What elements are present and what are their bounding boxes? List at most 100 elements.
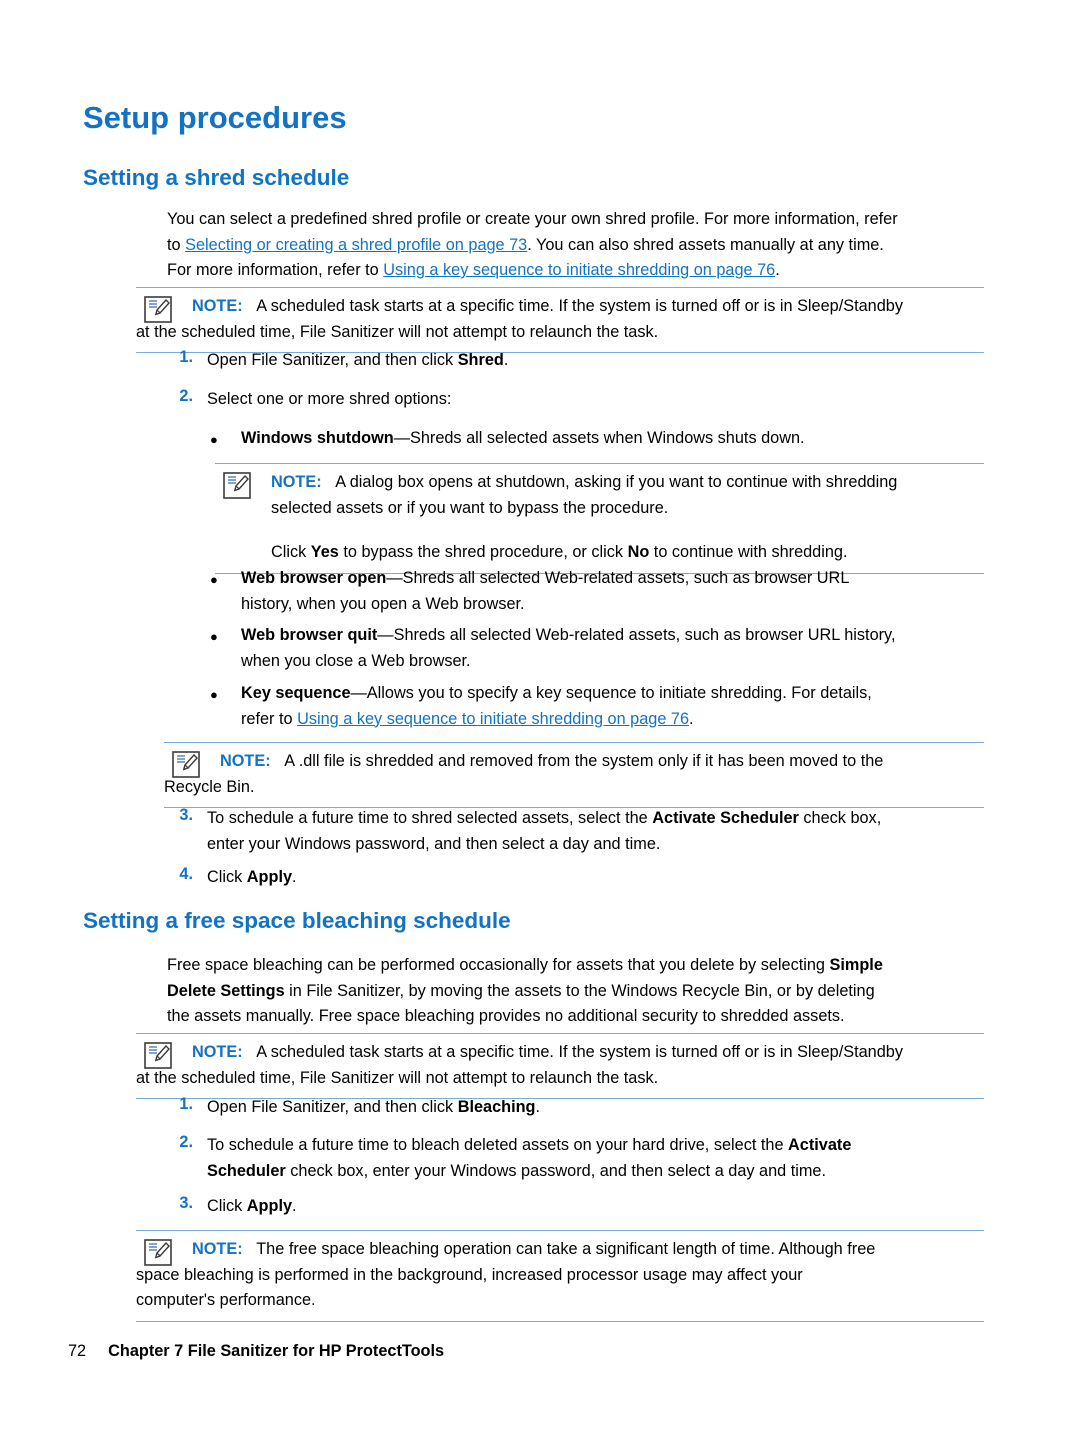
bullet-1-bold: Windows shutdown [241,429,394,447]
document-page: Setup procedures Setting a shred schedul… [0,0,1080,1437]
note-label: NOTE: [192,297,243,315]
s2-step-number-1: 1. [179,1095,193,1113]
bullet-4-text2-pre: refer to [241,709,298,728]
s2-step-2-line2-post: check box, enter your Windows password, … [285,1161,827,1180]
step-text-2: Select one or more shred options: [207,387,997,413]
bullet-4-bold: Key sequence [241,684,351,702]
s2-step-2-bold: Activate [788,1136,852,1154]
intro-line-3-pre: For more information, refer to [167,261,384,279]
s2-note1-line-1: A scheduled task starts at a specific ti… [256,1043,903,1061]
bullet-text-web-browser-quit: Web browser quit—Shreds all selected Web… [241,623,997,674]
bullet-text-key-sequence: Key sequence—Allows you to specify a key… [241,681,997,732]
step-text-4: Click Apply. [207,865,997,891]
step-text-1: Open File Sanitizer, and then click Shre… [207,348,997,374]
footer-chapter: Chapter 7 File Sanitizer for HP ProtectT… [108,1342,445,1360]
intro-line-3-post: . [775,261,780,279]
s2-step-text-1: Open File Sanitizer, and then click Blea… [207,1095,997,1121]
link-key-sequence-shredding-2[interactable]: Using a key sequence to initiate shreddi… [297,710,689,728]
footer-page-number: 72 [68,1342,87,1360]
note-icon [144,1042,174,1070]
s2-step-2-pre: To schedule a future time to bleach dele… [207,1136,789,1154]
s2-step-2-line2-bold: Scheduler [207,1161,286,1180]
page-title: Setup procedures [83,100,347,135]
bullet-1-text: —Shreds all selected assets when Windows… [393,429,805,447]
bullet-3-bold: Web browser quit [241,626,378,644]
bullet-marker-1: ● [210,432,218,447]
s2-step-1-post: . [535,1098,541,1116]
bullet-2-text2: history, when you open a Web browser. [241,594,525,613]
note-box-dll-file: NOTE: A .dll file is shredded and remove… [164,742,984,808]
bullet-3-text: —Shreds all selected Web-related assets,… [377,626,896,644]
section-heading-shred-schedule: Setting a shred schedule [83,165,350,190]
note-label: NOTE: [192,1240,243,1258]
s2-note2-line-1: The free space bleaching operation can t… [256,1240,876,1258]
note-box-scheduled-task-2: NOTE: A scheduled task starts at a speci… [136,1033,984,1099]
link-key-sequence-shredding-1[interactable]: Using a key sequence to initiate shreddi… [383,261,775,279]
s2-step-3-bold: Apply [246,1197,293,1215]
s2-step-1-bold: Bleaching [457,1098,536,1116]
section2-intro: Free space bleaching can be performed oc… [167,953,997,1030]
step-number-1: 1. [179,348,193,366]
s2-step-number-3: 3. [179,1194,193,1212]
link-selecting-creating-shred-profile[interactable]: Selecting or creating a shred profile on… [185,236,527,254]
step-text-1-pre: Open File Sanitizer, and then click [207,351,458,369]
note2-bold-no: No [627,543,650,561]
s2-step-number-2: 2. [179,1133,193,1151]
bullet-marker-4: ● [210,687,218,702]
bullet-marker-2: ● [210,572,218,587]
s2-step-3-pre: Click [207,1197,247,1215]
s2-step-text-3: Click Apply. [207,1194,997,1220]
note2-text-line-1: A dialog box opens at shutdown, asking i… [335,473,898,491]
note2-text-line-2: selected assets or if you want to bypass… [271,498,669,517]
bullet-text-windows-shutdown: Windows shutdown—Shreds all selected ass… [241,426,997,452]
note2-text-line-3-post: to continue with shredding. [649,543,848,561]
section1-intro: You can select a predefined shred profil… [167,207,997,284]
note2-text-line-3-mid: to bypass the shred procedure, or click [338,543,628,561]
note2-text-line-3-pre: Click [271,543,311,561]
step-number-3: 3. [179,806,193,824]
s2-step-text-2: To schedule a future time to bleach dele… [207,1133,997,1184]
s2-note2-line-2: space bleaching is performed in the back… [136,1265,803,1284]
bullet-text-web-browser-open: Web browser open—Shreds all selected Web… [241,566,997,617]
step-text-1-post: . [503,351,509,369]
step-4-pre: Click [207,868,247,886]
s2-intro-3: the assets manually. Free space bleachin… [167,1007,845,1025]
step-number-4: 4. [179,865,193,883]
step-3-pre: To schedule a future time to shred selec… [207,809,653,827]
note-icon [144,296,174,324]
s2-intro-1-bold: Simple [829,956,883,974]
step-text-3: To schedule a future time to shred selec… [207,806,997,857]
note-icon [223,472,253,500]
section-heading-bleaching-schedule: Setting a free space bleaching schedule [83,908,511,933]
s2-step-3-post: . [292,1197,297,1215]
s2-intro-1-pre: Free space bleaching can be performed oc… [167,956,830,974]
intro-line-2-post: . You can also shred assets manually at … [527,235,884,254]
step-text-2-pre: Select one or more shred options: [207,390,452,408]
bullet-4-text2-post: . [689,709,694,728]
step-text-1-bold: Shred [457,351,504,369]
intro-line-2-pre: to [167,235,186,254]
note-text-line-2: at the scheduled time, File Sanitizer wi… [136,322,659,341]
intro-line-1: You can select a predefined shred profil… [167,210,898,228]
note-box-dialog-shutdown: NOTE: A dialog box opens at shutdown, as… [215,463,984,574]
step-4-bold: Apply [246,868,293,886]
s2-note2-line-3: computer's performance. [136,1291,316,1309]
note-icon [172,751,202,779]
note3-text-line-1: A .dll file is shredded and removed from… [284,752,884,770]
note-icon [144,1239,174,1267]
s2-step-1-pre: Open File Sanitizer, and then click [207,1098,458,1116]
s2-intro-2-post: in File Sanitizer, by moving the assets … [284,981,875,1000]
note-text-line-1: A scheduled task starts at a specific ti… [256,297,903,315]
bullet-3-text2: when you close a Web browser. [241,651,471,670]
note-label: NOTE: [192,1043,243,1061]
bullet-marker-3: ● [210,629,218,644]
step-number-2: 2. [179,387,193,405]
step-4-post: . [292,868,297,886]
note-box-scheduled-task-1: NOTE: A scheduled task starts at a speci… [136,287,984,353]
page-footer: 72 Chapter 7 File Sanitizer for HP Protec… [68,1342,444,1361]
step-3-line2: enter your Windows password, and then se… [207,834,661,853]
s2-intro-2-bold: Delete Settings [167,981,285,1000]
note-label: NOTE: [271,473,322,491]
bullet-2-bold: Web browser open [241,569,387,587]
note-label: NOTE: [220,752,271,770]
